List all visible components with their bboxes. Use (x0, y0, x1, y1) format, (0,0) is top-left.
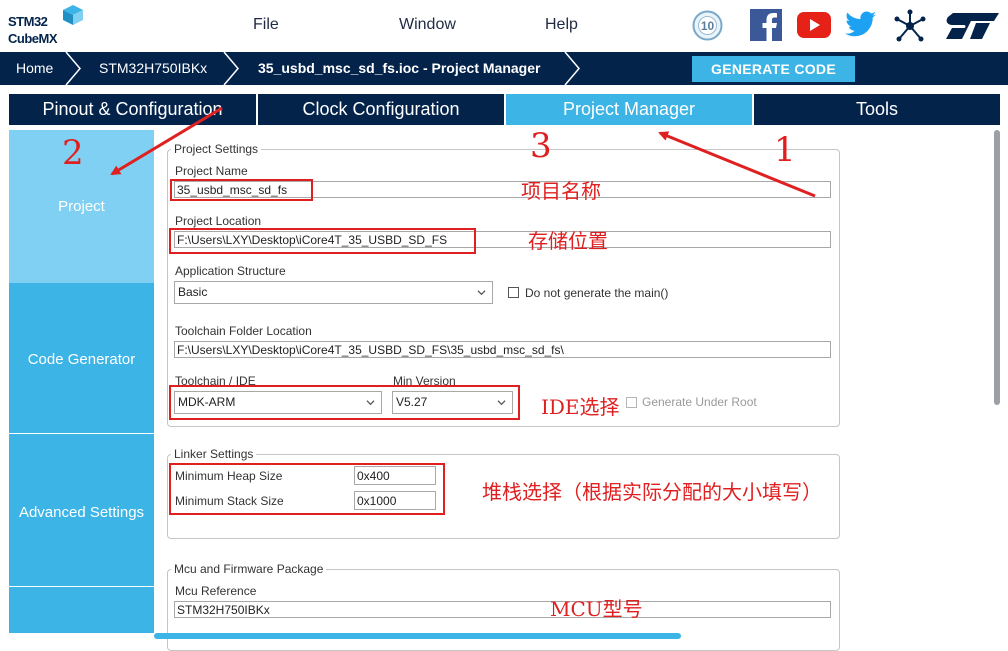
arrow-to-project-manager-tab (658, 131, 816, 198)
annotation-arrows (110, 106, 816, 198)
arrow-to-project-sidebar (110, 106, 223, 176)
